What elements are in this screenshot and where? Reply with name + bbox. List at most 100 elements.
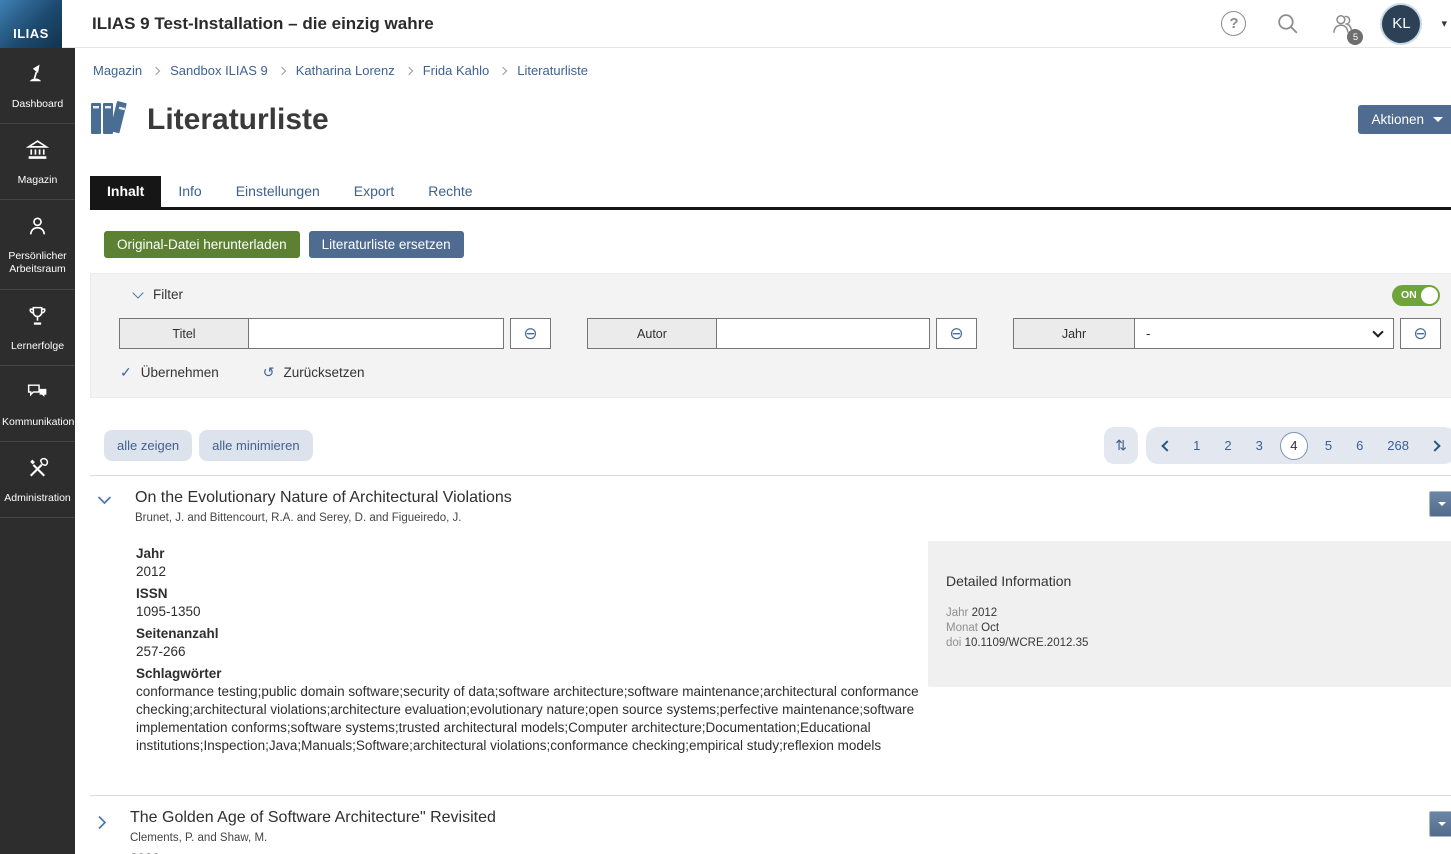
entry-header: On the Evolutionary Nature of Architectu… [90, 489, 1451, 524]
tab-inhalt[interactable]: Inhalt [90, 176, 161, 207]
actions-button-label: Aktionen [1371, 112, 1424, 127]
search-icon[interactable] [1274, 10, 1301, 37]
person-icon [25, 226, 50, 243]
sort-button[interactable]: ⇅ [1104, 427, 1138, 464]
remove-titel-filter-button[interactable]: ⊖ [510, 318, 551, 349]
reset-filter-button[interactable]: ↺ Zurücksetzen [263, 364, 365, 381]
field-label: Jahr [136, 545, 928, 563]
ilias-logo[interactable]: ILIAS [0, 0, 62, 48]
remove-jahr-filter-button[interactable]: ⊖ [1400, 318, 1441, 349]
pagination-area: ⇅ 1 2 3 4 5 6 268 [1104, 427, 1451, 464]
field-label: Seitenanzahl [136, 625, 928, 643]
panel-row: doi 10.1109/WCRE.2012.35 [946, 636, 1440, 651]
tab-rechte[interactable]: Rechte [411, 176, 489, 207]
logo-text: ILIAS [13, 26, 49, 41]
jahr-select-value: - [1146, 326, 1150, 341]
page-number[interactable]: 6 [1344, 438, 1375, 453]
download-original-button[interactable]: Original-Datei herunterladen [104, 231, 300, 258]
breadcrumb-item[interactable]: Katharina Lorenz [296, 63, 395, 78]
panel-row-value: Oct [981, 622, 999, 634]
entry-header: The Golden Age of Software Architecture"… [90, 809, 1451, 854]
breadcrumb-item[interactable]: Frida Kahlo [423, 63, 489, 78]
pagination: 1 2 3 4 5 6 268 [1146, 427, 1451, 464]
entry-details: Jahr 2012 ISSN 1095-1350 Seitenanzahl 25… [136, 541, 1451, 754]
filter-toggle-header[interactable]: Filter [134, 287, 1443, 302]
entry-title[interactable]: The Golden Age of Software Architecture"… [130, 809, 496, 827]
panel-row: Jahr 2012 [946, 606, 1440, 621]
chevron-down-icon [132, 287, 143, 298]
remove-autor-filter-button[interactable]: ⊖ [936, 318, 977, 349]
help-glyph: ? [1221, 11, 1246, 36]
panel-row: Monat Oct [946, 621, 1440, 636]
breadcrumb-item[interactable]: Literaturliste [517, 63, 588, 78]
jahr-field-label: Jahr [1013, 318, 1135, 349]
sidebar-item-dashboard[interactable]: Dashboard [0, 48, 75, 124]
filter-panel: Filter ON Titel ⊖ Autor ⊖ Jahr [90, 273, 1451, 398]
panel-row-label: doi [946, 637, 961, 649]
sidebar-label: Kommunikation [2, 416, 73, 429]
breadcrumb-item[interactable]: Magazin [93, 63, 142, 78]
breadcrumb-item[interactable]: Sandbox ILIAS 9 [170, 63, 268, 78]
next-page-icon[interactable] [1429, 440, 1440, 451]
page-header: Literaturliste Aktionen [90, 98, 1451, 141]
apply-filter-button[interactable]: ✓ Übernehmen [120, 364, 219, 381]
top-bar: ILIAS ILIAS 9 Test-Installation – die ei… [0, 0, 1451, 48]
sidebar-item-arbeitsraum[interactable]: Persönlicher Arbeitsraum [0, 200, 75, 289]
help-icon[interactable]: ? [1220, 10, 1247, 37]
avatar[interactable]: KL [1382, 5, 1420, 43]
command-row: Original-Datei herunterladen Literaturli… [90, 231, 1451, 258]
tab-info[interactable]: Info [161, 176, 218, 207]
desk-lamp-icon [25, 74, 50, 91]
sidebar-item-lernerfolge[interactable]: Lernerfolge [0, 290, 75, 366]
show-all-button[interactable]: alle zeigen [104, 430, 192, 461]
sidebar-item-administration[interactable]: Administration [0, 442, 75, 518]
collapse-entry-icon[interactable] [97, 495, 112, 505]
app-title: ILIAS 9 Test-Installation – die einzig w… [92, 14, 434, 34]
current-page-number[interactable]: 4 [1280, 432, 1308, 460]
entry-actions-dropdown-button[interactable] [1429, 491, 1451, 517]
chevron-right-icon [152, 66, 160, 74]
page-title: Literaturliste [147, 103, 329, 137]
filter-group-jahr: Jahr - ⊖ [1013, 318, 1441, 349]
jahr-select[interactable]: - [1135, 318, 1394, 349]
trophy-icon [25, 316, 50, 333]
field-value: 2012 [136, 563, 928, 581]
reset-icon: ↺ [263, 364, 275, 381]
previous-page-icon[interactable] [1161, 440, 1172, 451]
sidebar-label: Dashboard [2, 98, 73, 111]
bank-icon [25, 150, 50, 167]
filter-on-toggle[interactable]: ON [1392, 285, 1440, 306]
entry-actions-dropdown-button[interactable] [1429, 811, 1451, 837]
chat-icon [25, 392, 50, 409]
sidebar-item-magazin[interactable]: Magazin [0, 124, 75, 200]
entry-authors: Clements, P. and Shaw, M. [130, 832, 496, 844]
entry-authors: Brunet, J. and Bittencourt, R.A. and Ser… [135, 512, 512, 524]
expand-entry-icon[interactable] [97, 815, 107, 830]
panel-row-value: 10.1109/WCRE.2012.35 [965, 637, 1089, 649]
replace-list-button[interactable]: Literaturliste ersetzen [309, 231, 464, 258]
main-content: Magazin Sandbox ILIAS 9 Katharina Lorenz… [75, 48, 1451, 854]
books-icon [90, 98, 132, 141]
page-number[interactable]: 5 [1313, 438, 1344, 453]
tab-export[interactable]: Export [337, 176, 411, 207]
sidebar-label: Lernerfolge [2, 340, 73, 353]
reset-filter-label: Zurücksetzen [284, 365, 365, 380]
autor-input[interactable] [717, 318, 930, 349]
topbar-actions: ? 5 KL ▾ [1220, 5, 1451, 43]
panel-row-label: Jahr [946, 607, 968, 619]
contacts-icon[interactable]: 5 [1328, 10, 1355, 37]
titel-input[interactable] [249, 318, 504, 349]
page-number[interactable]: 2 [1212, 438, 1243, 453]
panel-row-label: Monat [946, 622, 978, 634]
topbar-caret-icon[interactable]: ▾ [1441, 17, 1447, 30]
collapse-all-button[interactable]: alle minimieren [199, 430, 312, 461]
tab-einstellungen[interactable]: Einstellungen [219, 176, 337, 207]
field-value: conformance testing;public domain softwa… [136, 683, 928, 755]
page-number[interactable]: 268 [1375, 438, 1421, 453]
entry-title[interactable]: On the Evolutionary Nature of Architectu… [135, 489, 512, 507]
page-number[interactable]: 1 [1181, 438, 1212, 453]
sidebar-item-kommunikation[interactable]: Kommunikation [0, 366, 75, 442]
actions-button[interactable]: Aktionen [1358, 105, 1451, 134]
field-value: 1095-1350 [136, 603, 928, 621]
page-number[interactable]: 3 [1244, 438, 1275, 453]
